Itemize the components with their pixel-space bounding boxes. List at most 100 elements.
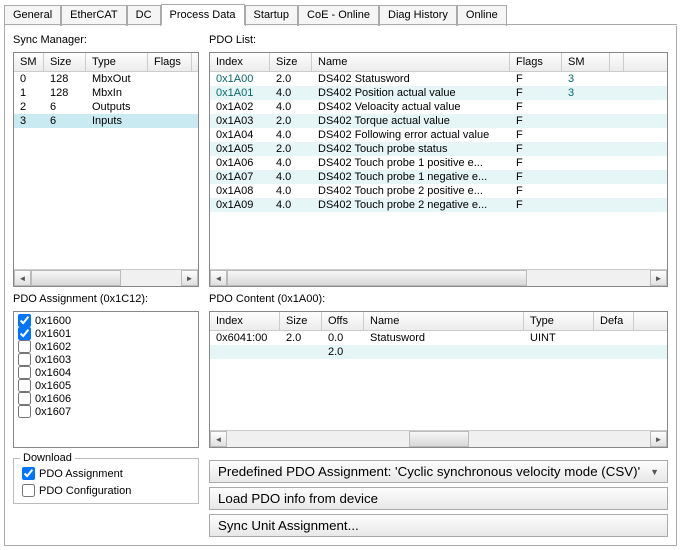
column-header[interactable]: Size bbox=[270, 53, 312, 71]
table-row[interactable]: 0x1A094.0DS402 Touch probe 2 negative e.… bbox=[210, 198, 667, 212]
pdo-assignment-item[interactable]: 0x1600 bbox=[18, 314, 194, 327]
pdo-assignment-item[interactable]: 0x1602 bbox=[18, 340, 194, 353]
column-header[interactable]: Type bbox=[524, 312, 594, 330]
column-header[interactable] bbox=[610, 53, 624, 71]
tab-coe-online[interactable]: CoE - Online bbox=[298, 5, 379, 26]
checkbox[interactable] bbox=[18, 327, 31, 340]
checkbox[interactable] bbox=[18, 366, 31, 379]
sync-manager-title: Sync Manager: bbox=[13, 34, 199, 46]
table-row[interactable]: 0x1A064.0DS402 Touch probe 1 positive e.… bbox=[210, 156, 667, 170]
tab-online[interactable]: Online bbox=[457, 5, 507, 26]
pdo-assignment-item[interactable]: 0x1605 bbox=[18, 379, 194, 392]
predefined-pdo-button[interactable]: Predefined PDO Assignment: 'Cyclic synch… bbox=[209, 460, 668, 483]
column-header[interactable]: Index bbox=[210, 53, 270, 71]
table-row[interactable]: 2.0 bbox=[210, 345, 667, 359]
cell: 0x1A03 bbox=[210, 114, 270, 128]
scroll-thumb[interactable] bbox=[31, 270, 121, 286]
cell bbox=[148, 114, 192, 128]
tab-startup[interactable]: Startup bbox=[245, 5, 298, 26]
pdo-assignment-item[interactable]: 0x1603 bbox=[18, 353, 194, 366]
scroll-thumb[interactable] bbox=[409, 431, 469, 447]
checkbox[interactable] bbox=[18, 379, 31, 392]
table-row[interactable]: 36Inputs bbox=[14, 114, 198, 128]
cell: 3 bbox=[562, 86, 610, 100]
table-row[interactable]: 0x1A032.0DS402 Torque actual valueF bbox=[210, 114, 667, 128]
checkbox[interactable] bbox=[18, 340, 31, 353]
cell bbox=[210, 345, 280, 359]
download-pdo-assignment-label: PDO Assignment bbox=[39, 468, 123, 480]
cell: 0x1A04 bbox=[210, 128, 270, 142]
cell: 0x1A06 bbox=[210, 156, 270, 170]
tab-general[interactable]: General bbox=[4, 5, 61, 26]
scroll-right-icon[interactable]: ► bbox=[650, 270, 667, 286]
table-row[interactable]: 0x1A052.0DS402 Touch probe statusF bbox=[210, 142, 667, 156]
predefined-pdo-label: Predefined PDO Assignment: 'Cyclic synch… bbox=[218, 464, 640, 479]
table-row[interactable]: 0x6041:002.00.0StatuswordUINT bbox=[210, 331, 667, 345]
pdo-assignment-label: 0x1604 bbox=[35, 367, 71, 379]
tab-process-data[interactable]: Process Data bbox=[161, 4, 245, 25]
table-row[interactable]: 1128MbxIn bbox=[14, 86, 198, 100]
load-pdo-button[interactable]: Load PDO info from device bbox=[209, 487, 668, 510]
cell: DS402 Veloacity actual value bbox=[312, 100, 510, 114]
scrollbar-horizontal[interactable]: ◄ ► bbox=[14, 269, 198, 286]
column-header[interactable]: SM bbox=[562, 53, 610, 71]
scroll-left-icon[interactable]: ◄ bbox=[210, 270, 227, 286]
pdo-assignment-label: 0x1606 bbox=[35, 393, 71, 405]
scroll-right-icon[interactable]: ► bbox=[650, 431, 667, 447]
pdo-list-grid[interactable]: IndexSizeNameFlagsSM 0x1A002.0DS402 Stat… bbox=[209, 52, 668, 287]
table-row[interactable]: 0x1A024.0DS402 Veloacity actual valueF bbox=[210, 100, 667, 114]
table-row[interactable]: 0x1A074.0DS402 Touch probe 1 negative e.… bbox=[210, 170, 667, 184]
column-header[interactable]: Type bbox=[86, 53, 148, 71]
scroll-left-icon[interactable]: ◄ bbox=[210, 431, 227, 447]
checkbox[interactable] bbox=[18, 353, 31, 366]
column-header[interactable]: Flags bbox=[148, 53, 192, 71]
tab-ethercat[interactable]: EtherCAT bbox=[61, 5, 126, 26]
table-row[interactable]: 0x1A014.0DS402 Position actual valueF3 bbox=[210, 86, 667, 100]
cell bbox=[562, 156, 610, 170]
column-header[interactable]: Index bbox=[210, 312, 280, 330]
scrollbar-horizontal[interactable]: ◄ ► bbox=[210, 269, 667, 286]
table-row[interactable]: 0x1A044.0DS402 Following error actual va… bbox=[210, 128, 667, 142]
cell: 0 bbox=[14, 72, 44, 86]
cell: F bbox=[510, 198, 562, 212]
tab-dc[interactable]: DC bbox=[127, 5, 161, 26]
checkbox[interactable] bbox=[18, 405, 31, 418]
scroll-thumb[interactable] bbox=[227, 270, 527, 286]
table-row[interactable]: 0x1A002.0DS402 StatuswordF3 bbox=[210, 72, 667, 86]
table-row[interactable]: 0128MbxOut bbox=[14, 72, 198, 86]
pdo-assignment-item[interactable]: 0x1606 bbox=[18, 392, 194, 405]
table-row[interactable]: 26Outputs bbox=[14, 100, 198, 114]
checkbox[interactable] bbox=[18, 392, 31, 405]
column-header[interactable]: Name bbox=[312, 53, 510, 71]
download-pdo-assignment-checkbox[interactable] bbox=[22, 467, 35, 480]
download-pdo-config-checkbox[interactable] bbox=[22, 484, 35, 497]
sync-unit-button[interactable]: Sync Unit Assignment... bbox=[209, 514, 668, 537]
pdo-assignment-list[interactable]: 0x16000x16010x16020x16030x16040x16050x16… bbox=[13, 311, 199, 448]
column-header[interactable]: Size bbox=[280, 312, 322, 330]
column-header[interactable]: SM bbox=[14, 53, 44, 71]
cell: F bbox=[510, 114, 562, 128]
sync-manager-grid[interactable]: SMSizeTypeFlags 0128MbxOut1128MbxIn26Out… bbox=[13, 52, 199, 287]
column-header[interactable]: Offs bbox=[322, 312, 364, 330]
column-header[interactable]: Name bbox=[364, 312, 524, 330]
scroll-left-icon[interactable]: ◄ bbox=[14, 270, 31, 286]
table-row[interactable]: 0x1A084.0DS402 Touch probe 2 positive e.… bbox=[210, 184, 667, 198]
column-header[interactable]: Defa bbox=[594, 312, 634, 330]
pdo-assignment-item[interactable]: 0x1604 bbox=[18, 366, 194, 379]
scrollbar-horizontal[interactable]: ◄ ► bbox=[210, 430, 667, 447]
cell: 0x1A02 bbox=[210, 100, 270, 114]
cell: 3 bbox=[562, 72, 610, 86]
pdo-content-grid[interactable]: IndexSizeOffsNameTypeDefa 0x6041:002.00.… bbox=[209, 311, 668, 448]
cell: MbxIn bbox=[86, 86, 148, 100]
pdo-assignment-item[interactable]: 0x1601 bbox=[18, 327, 194, 340]
pdo-assignment-item[interactable]: 0x1607 bbox=[18, 405, 194, 418]
column-header[interactable]: Size bbox=[44, 53, 86, 71]
scroll-right-icon[interactable]: ► bbox=[181, 270, 198, 286]
column-header[interactable]: Flags bbox=[510, 53, 562, 71]
cell: 2.0 bbox=[270, 142, 312, 156]
tab-diag-history[interactable]: Diag History bbox=[379, 5, 457, 26]
checkbox[interactable] bbox=[18, 314, 31, 327]
tab-bar: GeneralEtherCATDCProcess DataStartupCoE … bbox=[0, 0, 681, 25]
cell: 0x1A00 bbox=[210, 72, 270, 86]
cell: F bbox=[510, 184, 562, 198]
